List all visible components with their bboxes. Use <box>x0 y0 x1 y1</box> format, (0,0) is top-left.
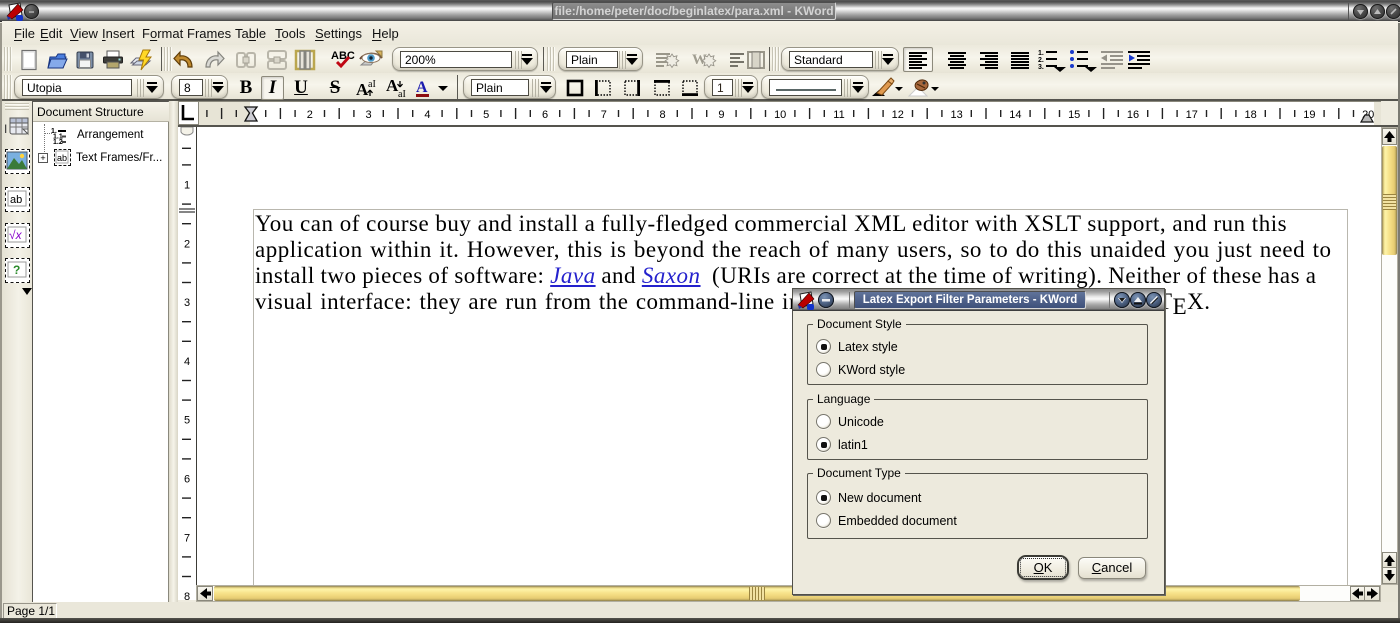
svg-text:14: 14 <box>1009 109 1021 121</box>
svg-text:√x: √x <box>9 228 23 242</box>
svg-text:aI: aI <box>368 79 376 90</box>
svg-text:I: I <box>4 122 7 136</box>
svg-text:8: 8 <box>660 109 666 121</box>
svg-text:5: 5 <box>184 415 190 427</box>
svg-text:15: 15 <box>1068 109 1080 121</box>
svg-text:4: 4 <box>184 356 190 368</box>
svg-text:A: A <box>416 79 428 96</box>
svg-text:?: ? <box>13 263 20 277</box>
svg-text:18: 18 <box>1244 109 1256 121</box>
svg-text:6: 6 <box>184 474 190 486</box>
svg-text:1: 1 <box>184 180 190 192</box>
svg-text:1.2: 1.2 <box>53 139 63 144</box>
svg-text:9: 9 <box>718 109 724 121</box>
svg-text:2: 2 <box>184 238 190 250</box>
svg-text:2: 2 <box>307 109 313 121</box>
svg-text:3: 3 <box>184 297 190 309</box>
svg-text:10: 10 <box>774 109 786 121</box>
svg-text:13: 13 <box>950 109 962 121</box>
svg-text:11: 11 <box>833 109 844 121</box>
svg-text:3.: 3. <box>1038 64 1044 71</box>
svg-text:19: 19 <box>1303 109 1315 121</box>
svg-text:6: 6 <box>542 109 548 121</box>
svg-text:17: 17 <box>1186 109 1198 121</box>
svg-text:ab: ab <box>10 194 22 206</box>
svg-text:8: 8 <box>184 591 190 600</box>
svg-text:ABC: ABC <box>331 50 355 62</box>
svg-text:1.: 1. <box>1038 50 1044 57</box>
svg-text:3: 3 <box>366 109 372 121</box>
svg-text:2.: 2. <box>1038 57 1044 64</box>
svg-text:12: 12 <box>892 109 904 121</box>
svg-text:aI: aI <box>398 89 406 99</box>
svg-text:7: 7 <box>184 532 190 544</box>
svg-text:16: 16 <box>1127 109 1139 121</box>
svg-text:7: 7 <box>601 109 607 121</box>
svg-text:5: 5 <box>483 109 489 121</box>
svg-text:ab: ab <box>57 153 67 163</box>
svg-text:4: 4 <box>424 109 430 121</box>
